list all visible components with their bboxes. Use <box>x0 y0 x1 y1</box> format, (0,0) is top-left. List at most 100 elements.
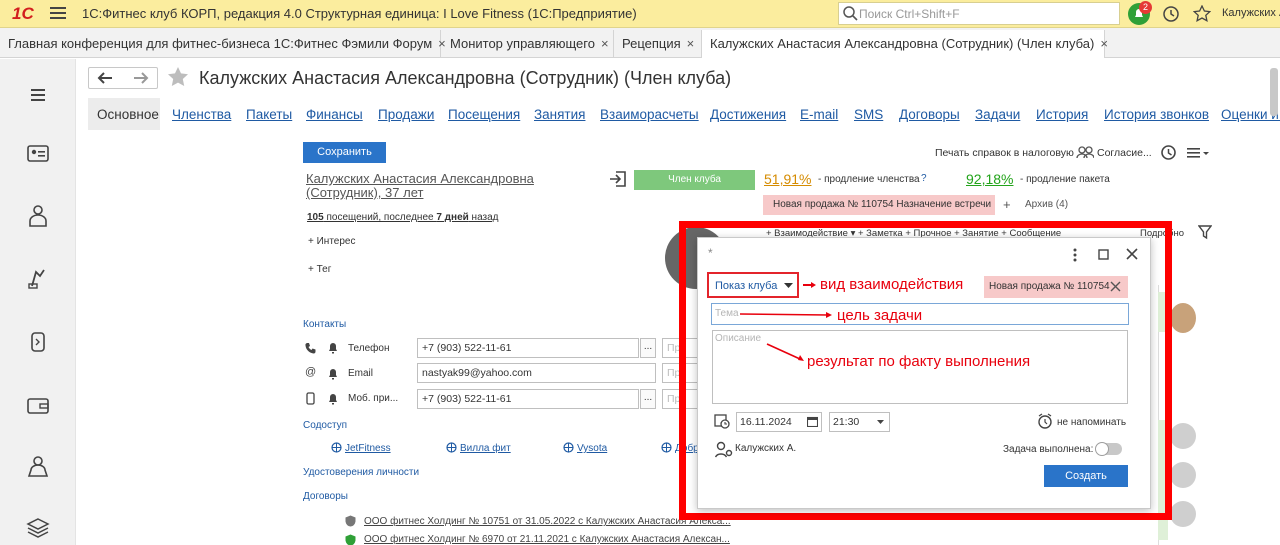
section-tab-memberships[interactable]: Членства <box>172 107 231 122</box>
close-icon[interactable] <box>1126 248 1138 260</box>
new-sale-chip[interactable]: Новая продажа № 110754 <box>984 276 1128 298</box>
client-avatar-photo[interactable] <box>1170 303 1196 333</box>
more-menu-icon[interactable] <box>1187 147 1209 159</box>
section-tab-history[interactable]: История <box>1036 107 1088 122</box>
history-clock-icon[interactable] <box>1160 144 1177 161</box>
close-icon[interactable]: × <box>1100 36 1108 51</box>
vertical-scrollbar[interactable] <box>1270 68 1278 116</box>
time-field[interactable]: 21:30 <box>829 412 890 432</box>
dropdown-arrow-icon[interactable] <box>877 420 884 425</box>
mobile-more-button[interactable]: ... <box>640 389 656 409</box>
drink-icon[interactable] <box>24 327 52 355</box>
create-button[interactable]: Создать <box>1044 465 1128 487</box>
cowork-club-link[interactable]: Vysota <box>577 443 607 454</box>
section-tab-contracts[interactable]: Договоры <box>899 107 960 122</box>
maximize-icon[interactable] <box>1098 249 1109 260</box>
tab-reception[interactable]: Рецепция × <box>614 30 702 58</box>
page-title: Калужских Анастасия Александровна (Сотру… <box>199 68 732 88</box>
current-user[interactable]: Калужских А... <box>1222 7 1280 19</box>
section-tab-classes[interactable]: Занятия <box>534 107 585 122</box>
calendar-clock-icon[interactable] <box>714 413 730 429</box>
avatar[interactable] <box>1170 423 1196 449</box>
new-sale-chip-label: Новая продажа № 110754 <box>989 281 1110 292</box>
avatar[interactable] <box>1170 501 1196 527</box>
reminder-label[interactable]: не напоминать <box>1057 417 1126 428</box>
add-interest-link[interactable]: + Интерес <box>308 236 355 247</box>
section-tab-visits[interactable]: Посещения <box>448 107 520 122</box>
help-question[interactable]: ? <box>921 173 927 184</box>
avatar[interactable] <box>1170 462 1196 488</box>
bell-icon[interactable] <box>328 368 338 380</box>
bell-icon[interactable] <box>328 393 338 405</box>
consent-icon[interactable] <box>1076 145 1094 159</box>
task-done-toggle[interactable] <box>1095 442 1122 456</box>
id-card-icon[interactable] <box>24 140 52 168</box>
client-subtitle[interactable]: (Сотрудник), 37 лет <box>306 185 423 200</box>
staff-icon[interactable] <box>24 452 52 480</box>
section-tab-finances[interactable]: Финансы <box>306 107 363 122</box>
cowork-club-link[interactable]: Вилла фит <box>460 443 511 454</box>
assignee-name[interactable]: Калужских А. <box>735 443 796 454</box>
section-tab-sales[interactable]: Продажи <box>378 107 434 122</box>
tab-manager-monitor[interactable]: Монитор управляющего × <box>442 30 614 58</box>
contracts-header: Договоры <box>303 491 348 502</box>
contract-link[interactable]: ООО фитнес Холдинг № 10751 от 31.05.2022… <box>364 516 731 527</box>
close-icon[interactable]: × <box>687 36 695 51</box>
favorites-star-icon[interactable] <box>1193 5 1211 23</box>
section-tab-packages[interactable]: Пакеты <box>246 107 292 122</box>
main-menu-icon[interactable] <box>50 6 66 20</box>
filter-icon[interactable] <box>1198 224 1212 240</box>
save-button[interactable]: Сохранить <box>303 142 386 163</box>
section-tab-sms[interactable]: SMS <box>854 107 883 122</box>
tab-forum[interactable]: Главная конференция для фитнес-бизнеса 1… <box>0 30 446 58</box>
phone-field[interactable]: +7 (903) 522-11-61 <box>417 338 639 358</box>
tab-client-card[interactable]: Калужских Анастасия Александровна (Сотру… <box>702 30 1108 58</box>
bell-icon[interactable] <box>328 342 338 354</box>
alarm-clock-icon[interactable] <box>1037 413 1053 429</box>
visits-summary[interactable]: 105 посещений, последнее 7 дней назад <box>307 212 499 223</box>
email-field[interactable]: nastyak99@yahoo.com <box>417 363 656 383</box>
add-tag-link[interactable]: + Тег <box>308 264 331 275</box>
close-icon[interactable]: × <box>601 36 609 51</box>
phone-more-button[interactable]: ... <box>640 338 656 358</box>
visits-count: 105 <box>307 212 324 223</box>
history-icon[interactable] <box>1162 5 1180 23</box>
forward-arrow-icon[interactable] <box>133 71 149 85</box>
mobile-field[interactable]: +7 (903) 522-11-61 <box>417 389 639 409</box>
contract-link[interactable]: ООО фитнес Холдинг № 6970 от 21.11.2021 … <box>364 534 730 545</box>
dialog-more-icon[interactable] <box>1072 248 1078 262</box>
interaction-type-select[interactable]: Показ клуба <box>707 272 799 298</box>
remove-chip-icon[interactable] <box>1110 281 1121 292</box>
section-tab-tasks[interactable]: Задачи <box>975 107 1020 122</box>
menu-icon[interactable] <box>24 81 52 109</box>
new-sale-chip[interactable]: Новая продажа № 110754 Назначение встреч… <box>763 195 995 215</box>
back-arrow-icon[interactable] <box>97 71 113 85</box>
section-tab-settlements[interactable]: Взаиморасчеты <box>600 107 699 122</box>
package-percent[interactable]: 92,18% <box>966 171 1013 187</box>
add-chip-button[interactable]: + <box>1003 197 1011 212</box>
globe-icon <box>446 442 457 453</box>
print-tax-link[interactable]: Печать справок в налоговую <box>935 147 1074 159</box>
archive-link[interactable]: Архив (4) <box>1025 199 1068 210</box>
client-name[interactable]: Калужских Анастасия Александровна <box>306 171 534 186</box>
global-search[interactable]: Поиск Ctrl+Shift+F <box>838 2 1120 25</box>
date-field[interactable]: 16.11.2024 <box>736 412 822 432</box>
cowork-club-link[interactable]: JetFitness <box>345 443 391 454</box>
calendar-icon[interactable] <box>807 416 818 427</box>
time-value: 21:30 <box>833 416 860 428</box>
trainer-icon[interactable] <box>24 202 52 230</box>
fitness-icon[interactable] <box>24 264 52 292</box>
section-tab-main[interactable]: Основное <box>88 98 160 130</box>
wallet-icon[interactable] <box>24 391 52 419</box>
app-logo[interactable]: 1С <box>12 4 34 24</box>
favorite-star-icon[interactable] <box>167 66 189 88</box>
section-tab-call-history[interactable]: История звонков <box>1104 107 1209 122</box>
notifications-count: 2 <box>1139 1 1152 14</box>
section-tab-achievements[interactable]: Достижения <box>710 107 786 122</box>
layers-icon[interactable] <box>24 514 52 542</box>
checkin-icon[interactable] <box>609 170 627 188</box>
consent-link[interactable]: Согласие... <box>1097 147 1152 159</box>
section-tab-email[interactable]: E-mail <box>800 107 838 122</box>
membership-percent[interactable]: 51,91% <box>764 171 811 187</box>
id-documents-header[interactable]: Удостоверения личности <box>303 467 419 478</box>
